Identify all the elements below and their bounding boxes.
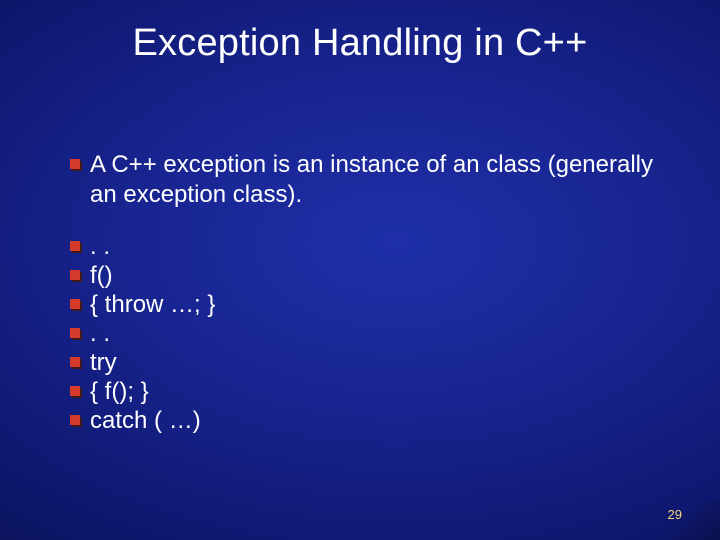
- bullet-item: { throw …; }: [70, 290, 660, 319]
- bullet-item: A C++ exception is an instance of an cla…: [70, 150, 660, 210]
- slide-body: A C++ exception is an instance of an cla…: [70, 150, 660, 435]
- bullet-text: . .: [90, 232, 110, 261]
- bullet-text: { throw …; }: [90, 290, 215, 319]
- bullet-icon: [70, 415, 82, 427]
- bullet-icon: [70, 241, 82, 253]
- bullet-item: try: [70, 348, 660, 377]
- bullet-text: try: [90, 348, 117, 377]
- bullet-icon: [70, 159, 82, 171]
- bullet-text: catch ( …): [90, 406, 201, 435]
- bullet-text: { f(); }: [90, 377, 149, 406]
- bullet-icon: [70, 357, 82, 369]
- bullet-icon: [70, 270, 82, 282]
- slide-title: Exception Handling in C++: [0, 22, 720, 65]
- bullet-icon: [70, 386, 82, 398]
- corner-shadow: [600, 500, 720, 540]
- bullet-text: . .: [90, 319, 110, 348]
- bullet-text: f(): [90, 261, 113, 290]
- bullet-item: . .: [70, 319, 660, 348]
- bullet-item: f(): [70, 261, 660, 290]
- bullet-item: { f(); }: [70, 377, 660, 406]
- bullet-text: A C++ exception is an instance of an cla…: [90, 150, 660, 210]
- slide: Exception Handling in C++ A C++ exceptio…: [0, 0, 720, 540]
- bullet-item: . .: [70, 232, 660, 261]
- bullet-item: catch ( …): [70, 406, 660, 435]
- bullet-icon: [70, 299, 82, 311]
- bullet-icon: [70, 328, 82, 340]
- page-number: 29: [668, 507, 682, 522]
